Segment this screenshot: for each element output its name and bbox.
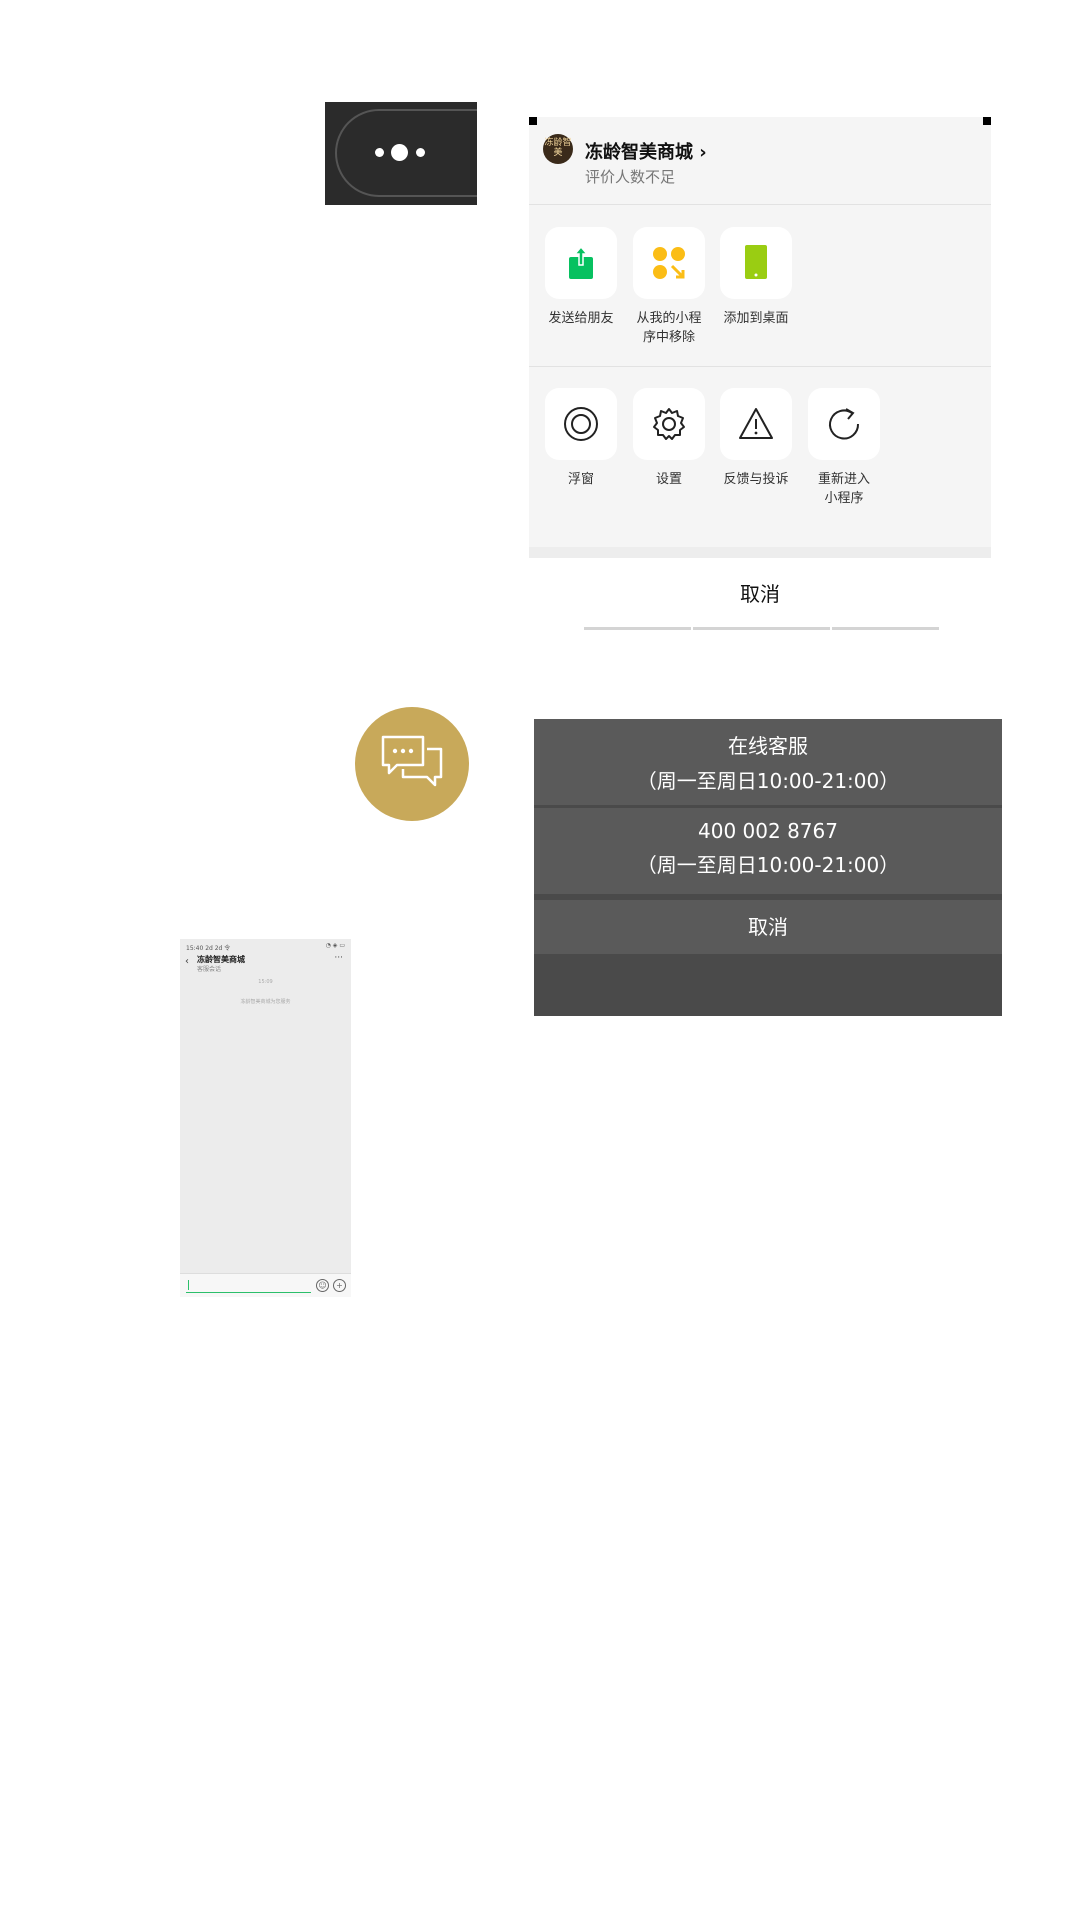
add-to-desktop-button[interactable]	[720, 227, 792, 299]
menu-divider	[529, 366, 991, 367]
phone-service-option[interactable]: 400 002 8767 （周一至周日10:00-21:00）	[534, 808, 1002, 894]
remove-miniprogram-icon	[653, 247, 685, 279]
sheet-separator	[529, 547, 991, 558]
reenter-miniprogram-button[interactable]	[808, 388, 880, 460]
add-to-desktop-icon	[745, 245, 767, 279]
reload-icon	[829, 408, 860, 440]
cancel-underline	[584, 627, 691, 630]
more-icon[interactable]: ···	[334, 953, 343, 963]
menu-divider	[529, 204, 991, 205]
menu-capsule-button[interactable]	[335, 109, 477, 197]
emoji-icon[interactable]: ☺	[316, 1279, 329, 1292]
online-service-option[interactable]: 在线客服 （周一至周日10:00-21:00）	[534, 719, 1002, 805]
chat-screen-thumbnail: 15:40 2d 2d 令 ◔ ◈ ▭ ‹ 冻龄智美商城 客服会话 ··· 15…	[180, 939, 351, 1297]
capsule-dot-left	[375, 148, 384, 157]
customer-service-button[interactable]	[355, 707, 469, 821]
settings-label: 设置	[655, 472, 682, 487]
share-label: 发送给朋友	[548, 311, 614, 326]
float-window-icon	[564, 407, 598, 441]
service-notice: 冻龄智美商城为您服务	[240, 999, 291, 1005]
miniprogram-menu-sheet: 冻龄智美 冻龄智美商城 › 评价人数不足 发送给朋友 从我的小程 序中移除 添加…	[529, 117, 991, 558]
float-window-button[interactable]	[545, 388, 617, 460]
chat-input-bar: ☺ +	[180, 1273, 351, 1297]
text-cursor	[188, 1280, 189, 1290]
status-bar-time: 15:40 2d 2d 令	[186, 945, 231, 952]
feedback-button[interactable]	[720, 388, 792, 460]
feedback-label: 反馈与投诉	[723, 472, 789, 487]
online-service-hours: （周一至周日10:00-21:00）	[636, 769, 900, 793]
chat-bubbles-icon	[381, 735, 443, 787]
share-button[interactable]	[545, 227, 617, 299]
reenter-label: 重新进入 小程序	[817, 472, 870, 506]
capsule-dot-center	[391, 144, 408, 161]
rating-text: 评价人数不足	[585, 168, 676, 186]
app-name-text: 冻龄智美商城	[585, 142, 693, 163]
settings-button[interactable]	[633, 388, 705, 460]
service-action-sheet: 在线客服 （周一至周日10:00-21:00） 400 002 8767 （周一…	[534, 719, 1002, 1016]
menu-cancel-button[interactable]: 取消	[529, 578, 991, 607]
app-name-link[interactable]: 冻龄智美商城 ›	[585, 138, 707, 164]
message-time: 15:09	[258, 979, 273, 985]
plus-icon[interactable]: +	[333, 1279, 346, 1292]
share-icon	[569, 245, 593, 279]
cancel-underline	[832, 627, 939, 630]
service-cancel-button[interactable]: 取消	[534, 900, 1002, 954]
online-service-title: 在线客服	[728, 734, 808, 758]
remove-label: 从我的小程 序中移除	[636, 311, 702, 345]
remove-from-my-miniprogram-button[interactable]	[633, 227, 705, 299]
cancel-underline	[693, 627, 830, 630]
status-bar-icons: ◔ ◈ ▭	[325, 942, 345, 949]
add-to-desktop-label: 添加到桌面	[723, 311, 789, 326]
phone-service-hours: （周一至周日10:00-21:00）	[636, 853, 900, 877]
chevron-right-icon: ›	[699, 142, 707, 163]
sheet-corner-right	[983, 117, 991, 125]
capsule-dot-right	[416, 148, 425, 157]
app-avatar: 冻龄智美	[543, 134, 573, 164]
chat-subtitle: 客服会话	[197, 966, 222, 973]
gear-icon	[653, 408, 685, 440]
float-window-label: 浮窗	[567, 472, 594, 487]
phone-number: 400 002 8767	[698, 819, 838, 843]
capsule-screenshot	[325, 102, 477, 205]
back-icon[interactable]: ‹	[185, 956, 189, 967]
sheet-corner-left	[529, 117, 537, 125]
message-input[interactable]	[186, 1279, 311, 1293]
warning-icon	[739, 408, 773, 439]
